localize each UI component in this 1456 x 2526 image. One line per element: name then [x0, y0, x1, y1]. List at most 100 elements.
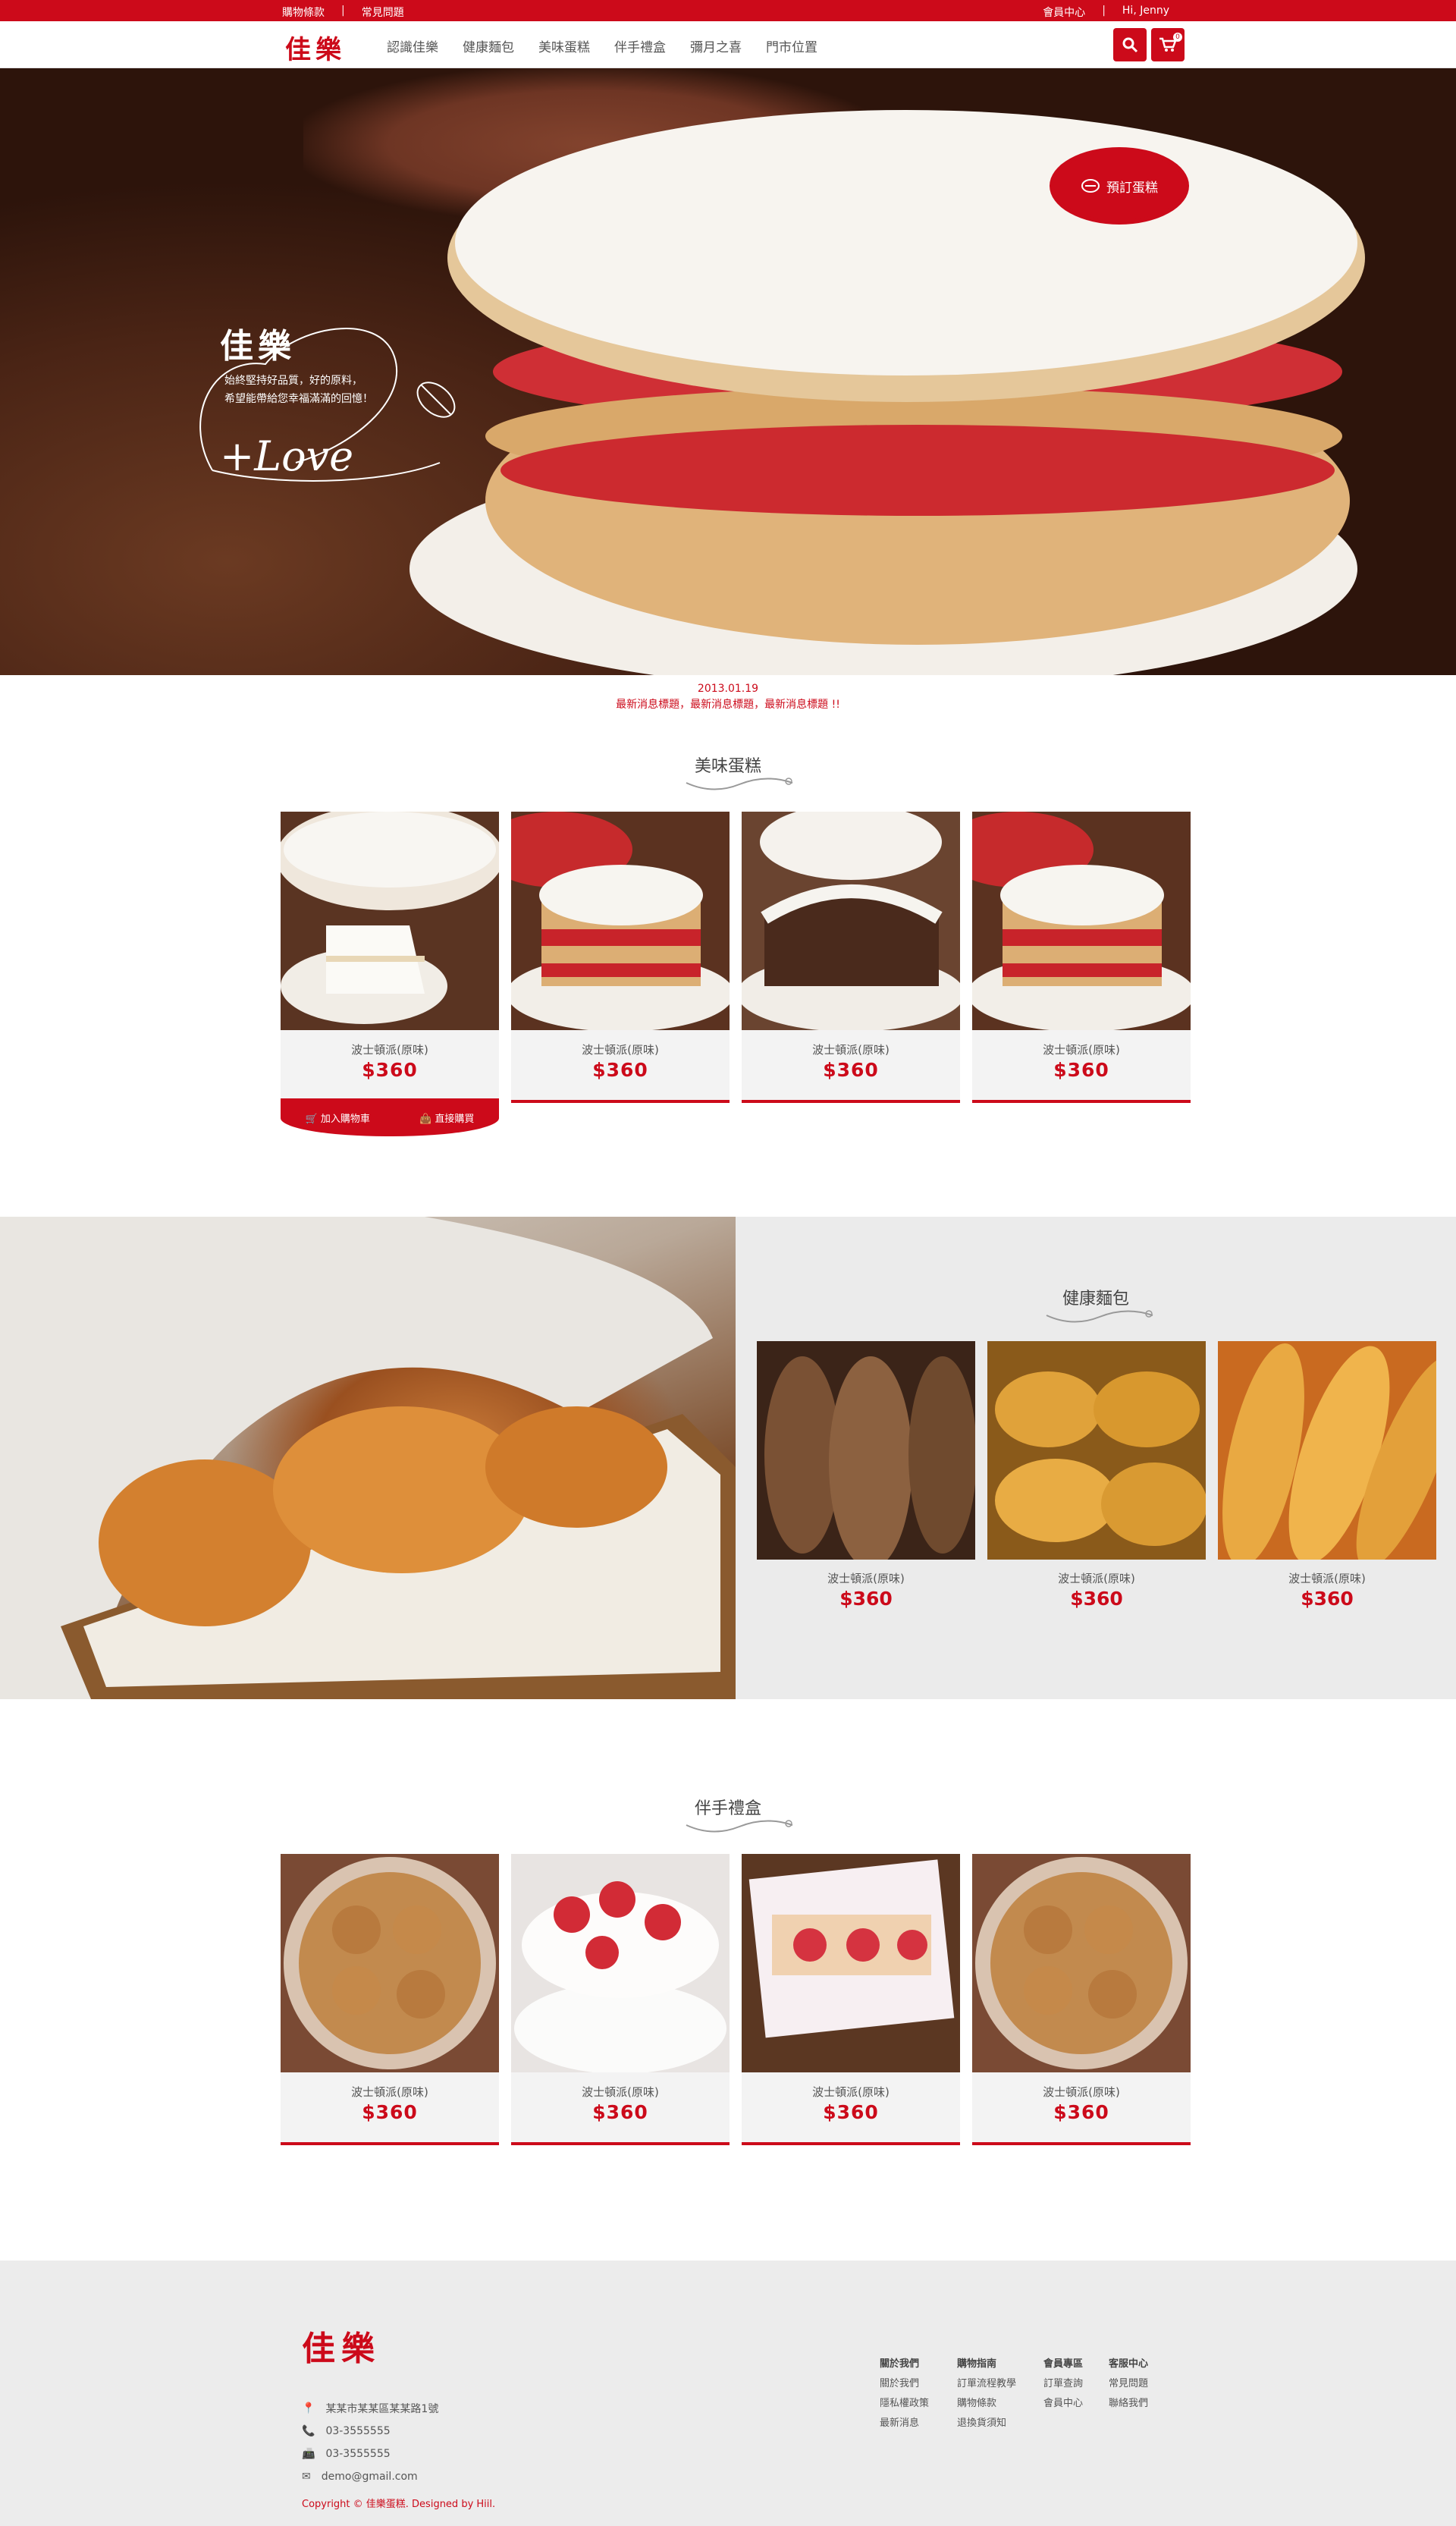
divider: |	[341, 5, 345, 17]
product-price: $360	[823, 2101, 879, 2123]
footer-link[interactable]: 訂單流程教學	[957, 2374, 1016, 2394]
product-card[interactable]: 波士頓派(原味) $360	[281, 1854, 499, 2145]
product-image[interactable]	[742, 1854, 960, 2072]
menu-item-baby[interactable]: 彌月之喜	[690, 36, 742, 55]
cart-button[interactable]: 0	[1151, 28, 1185, 61]
product-image[interactable]	[281, 812, 499, 1030]
menu-item-cakes[interactable]: 美味蛋糕	[538, 36, 590, 55]
footer-link[interactable]: 會員中心	[1043, 2394, 1083, 2414]
news-headline[interactable]: 最新消息標題，最新消息標題，最新消息標題 !!	[0, 696, 1456, 712]
hero-love-script: +Love	[220, 432, 354, 480]
hero-tagline: 始終堅持好品質，好的原料， 希望能帶給您幸福滿滿的回憶！	[224, 375, 373, 405]
product-name: 波士頓派(原味)	[1043, 2085, 1120, 2099]
menu-item-bread[interactable]: 健康麵包	[463, 36, 514, 55]
preorder-cake-button[interactable]: 預訂蛋糕	[1054, 152, 1185, 220]
footer-link[interactable]: 常見問題	[1109, 2374, 1148, 2394]
menu: 認識佳樂 健康麵包 美味蛋糕 伴手禮盒 彌月之喜 門市位置	[387, 36, 817, 55]
logo[interactable]: 佳樂	[285, 29, 346, 66]
product-card[interactable]: 波士頓派(原味) $360	[972, 1854, 1191, 2145]
footer-column-member: 會員專區 訂單查詢 會員中心	[1043, 2355, 1083, 2414]
menu-item-gifts[interactable]: 伴手禮盒	[614, 36, 666, 55]
product-price: $360	[1301, 1588, 1354, 1610]
divider: |	[1102, 5, 1106, 17]
title-swirl	[686, 1820, 793, 1833]
product-price: $360	[839, 1588, 893, 1610]
hero-banner: 預訂蛋糕 佳樂 始終堅持好品質，好的原料， 希望能帶給您幸福滿滿的回憶！ +Lo…	[0, 68, 1456, 675]
footer: 佳樂 📍 某某市某某區某某路1號 📞 03-3555555 📠 03-3555555 …	[0, 2261, 1456, 2526]
search-button[interactable]	[1113, 28, 1147, 61]
footer-column-heading: 關於我們	[880, 2358, 920, 2370]
footer-link[interactable]: 聯絡我們	[1109, 2394, 1148, 2414]
product-card[interactable]: 波士頓派(原味) $360	[511, 1854, 730, 2145]
top-bar: 購物條款 | 常見問題 會員中心 | Hi, Jenny	[0, 0, 1456, 21]
footer-column-heading: 客服中心	[1109, 2358, 1149, 2370]
product-card[interactable]: 波士頓派(原味) $360	[987, 1341, 1206, 1610]
footer-column-heading: 購物指南	[957, 2358, 997, 2370]
product-image[interactable]	[972, 1854, 1191, 2072]
terms-link[interactable]: 購物條款	[282, 5, 325, 20]
fax-icon: 📠	[302, 2448, 315, 2460]
product-name: 波士頓派(原味)	[1043, 1043, 1120, 1057]
product-image[interactable]	[742, 812, 960, 1030]
envelope-icon: ✉	[302, 2471, 311, 2483]
product-image[interactable]	[1218, 1341, 1436, 1560]
product-name: 波士頓派(原味)	[812, 1043, 890, 1057]
powdered-sugar-top	[455, 110, 1357, 375]
product-image[interactable]	[987, 1341, 1206, 1560]
address-row: 📍 某某市某某區某某路1號	[302, 2402, 439, 2415]
footer-link[interactable]: 退換貨須知	[957, 2414, 1016, 2433]
product-image[interactable]	[511, 812, 730, 1030]
footer-column-shopping: 購物指南 訂單流程教學 購物條款 退換貨須知	[957, 2355, 1016, 2433]
footer-link[interactable]: 關於我們	[880, 2374, 929, 2394]
product-name: 波士頓派(原味)	[351, 2085, 428, 2099]
product-name: 波士頓派(原味)	[827, 1572, 905, 1585]
location-pin-icon: 📍	[302, 2402, 315, 2414]
footer-column-about: 關於我們 關於我們 隱私權政策 最新消息	[880, 2355, 929, 2433]
menu-item-about[interactable]: 認識佳樂	[387, 36, 438, 55]
faq-link[interactable]: 常見問題	[362, 5, 404, 20]
footer-link[interactable]: 購物條款	[957, 2394, 1016, 2414]
user-greeting[interactable]: Hi, Jenny	[1122, 5, 1169, 20]
product-name: 波士頓派(原味)	[582, 1043, 659, 1057]
product-image[interactable]	[281, 1854, 499, 2072]
product-card[interactable]: 波士頓派(原味) $360	[281, 812, 499, 1103]
product-image[interactable]	[511, 1854, 730, 2072]
news-date: 2013.01.19	[697, 683, 759, 695]
leaf-icon	[416, 382, 456, 418]
product-name: 波士頓派(原味)	[812, 2085, 890, 2099]
product-card[interactable]: 波士頓派(原味) $360	[742, 1854, 960, 2145]
footer-column-heading: 會員專區	[1043, 2358, 1084, 2370]
footer-logo[interactable]: 佳樂	[302, 2321, 381, 2370]
copyright: Copyright © 佳樂蛋糕. Designed by Hiil.	[302, 2499, 496, 2510]
member-center-link[interactable]: 會員中心	[1043, 5, 1085, 20]
product-image[interactable]	[972, 812, 1191, 1030]
product-price: $360	[362, 2101, 418, 2123]
product-price: $360	[1053, 1059, 1109, 1081]
product-name: 波士頓派(原味)	[1058, 1572, 1135, 1585]
product-price: $360	[592, 1059, 648, 1081]
add-to-cart-button[interactable]: 🛒 加入購物車	[306, 1111, 370, 1125]
product-name: 波士頓派(原味)	[582, 2085, 659, 2099]
footer-link[interactable]: 隱私權政策	[880, 2394, 929, 2414]
footer-link[interactable]: 最新消息	[880, 2414, 929, 2433]
buy-now-button[interactable]: 👜 直接購買	[419, 1111, 474, 1125]
preorder-label: 預訂蛋糕	[1106, 180, 1158, 196]
footer-link[interactable]: 訂單查詢	[1043, 2374, 1083, 2394]
title-swirl	[686, 778, 793, 790]
product-card[interactable]: 波士頓派(原味) $360	[511, 812, 730, 1103]
bread-feature-image	[0, 1217, 736, 1699]
title-swirl	[1046, 1310, 1153, 1323]
product-card[interactable]: 波士頓派(原味) $360	[972, 812, 1191, 1103]
product-name: 波士頓派(原味)	[1288, 1572, 1366, 1585]
menu-item-stores[interactable]: 門市位置	[766, 36, 817, 55]
cake-icon	[1081, 179, 1100, 193]
product-price: $360	[1053, 2101, 1109, 2123]
product-card[interactable]: 波士頓派(原味) $360	[757, 1341, 975, 1610]
product-card[interactable]: 波士頓派(原味) $360	[1218, 1341, 1436, 1610]
product-card[interactable]: 波士頓派(原味) $360	[742, 812, 960, 1103]
contact-info: 📍 某某市某某區某某路1號 📞 03-3555555 📠 03-3555555 ✉ de…	[302, 2397, 438, 2488]
search-icon	[1122, 37, 1138, 53]
product-price: $360	[823, 1059, 879, 1081]
product-image[interactable]	[757, 1341, 975, 1560]
phone-row: 📞 03-3555555	[302, 2425, 391, 2437]
